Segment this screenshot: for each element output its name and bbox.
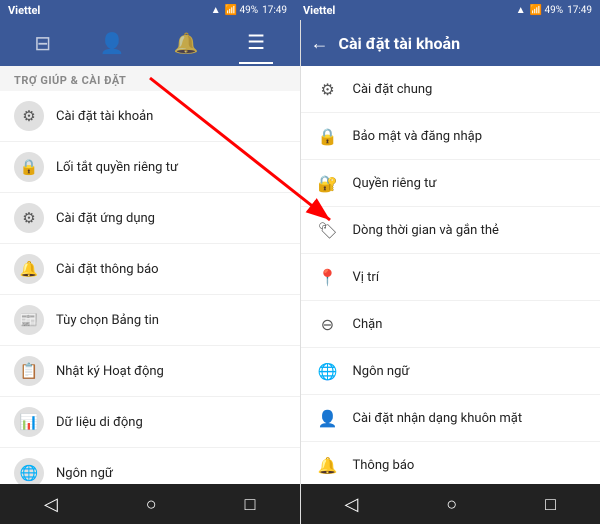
app-settings-icon: ⚙ <box>14 203 44 233</box>
list-item[interactable]: 🔐 Quyền riêng tư <box>301 160 600 207</box>
app-settings-label: Cài đặt ứng dụng <box>56 211 155 226</box>
section-header: TRỢ GIÚP & CÀI ĐẶT <box>0 66 300 91</box>
news-pref-icon: 📰 <box>14 305 44 335</box>
nav-icon-notification[interactable]: 🔔 <box>166 23 207 63</box>
right-battery: 📶 49% <box>530 5 564 16</box>
list-item[interactable]: ⚙ Cài đặt chung <box>301 66 600 113</box>
face-recognition-label: Cài đặt nhận dạng khuôn mặt <box>353 411 523 426</box>
language-label: Ngôn ngữ <box>56 466 113 481</box>
back-button-right[interactable]: ◁ <box>330 488 372 521</box>
face-recognition-icon: 👤 <box>315 405 341 431</box>
right-language-label: Ngôn ngữ <box>353 364 410 379</box>
right-status-bar: Viettel ▲ 📶 49% 17:49 <box>295 0 600 20</box>
right-panel: ← Cài đặt tài khoản ⚙ Cài đặt chung 🔒 Bả… <box>301 20 600 524</box>
recents-button-right[interactable]: □ <box>531 488 570 521</box>
language-icon: 🌐 <box>14 458 44 484</box>
news-pref-label: Tùy chọn Bảng tin <box>56 313 159 328</box>
timeline-tagging-label: Dòng thời gian và gắn thẻ <box>353 223 499 238</box>
account-settings-label: Cài đặt tài khoản <box>56 109 153 124</box>
right-panel-title: Cài đặt tài khoản <box>339 34 461 53</box>
right-bottom-nav: ◁ ○ □ <box>301 484 600 524</box>
right-notification-icon: 🔔 <box>315 452 341 478</box>
security-login-label: Bảo mật và đăng nhập <box>353 129 483 144</box>
security-login-icon: 🔒 <box>315 123 341 149</box>
list-item[interactable]: 🔔 Cài đặt thông báo <box>0 244 300 295</box>
right-language-icon: 🌐 <box>315 358 341 384</box>
timeline-tagging-icon: 🏷 <box>315 217 341 243</box>
location-icon: 📍 <box>315 264 341 290</box>
list-item[interactable]: ⊖ Chặn <box>301 301 600 348</box>
left-time: 17:49 <box>262 5 287 16</box>
left-menu-list: ⚙ Cài đặt tài khoản 🔒 Lối tắt quyền riên… <box>0 91 300 484</box>
block-label: Chặn <box>353 317 383 332</box>
list-item[interactable]: ⚙ Cài đặt tài khoản <box>0 91 300 142</box>
back-arrow-icon[interactable]: ← <box>311 33 329 54</box>
left-bottom-nav: ◁ ○ □ <box>0 484 300 524</box>
list-item[interactable]: 📊 Dữ liệu di động <box>0 397 300 448</box>
list-item[interactable]: 🔒 Bảo mật và đăng nhập <box>301 113 600 160</box>
mobile-data-icon: 📊 <box>14 407 44 437</box>
location-label: Vị trí <box>353 270 380 285</box>
notification-settings-label: Cài đặt thông báo <box>56 262 159 277</box>
right-header: ← Cài đặt tài khoản <box>301 20 600 66</box>
list-item[interactable]: 📍 Vị trí <box>301 254 600 301</box>
activity-log-icon: 📋 <box>14 356 44 386</box>
nav-icon-menu[interactable]: ☰ <box>239 22 273 64</box>
list-item[interactable]: 🌐 Ngôn ngữ <box>0 448 300 484</box>
home-button-left[interactable]: ○ <box>132 488 171 521</box>
list-item[interactable]: 🔒 Lối tắt quyền riêng tư <box>0 142 300 193</box>
list-item[interactable]: ⚙ Cài đặt ứng dụng <box>0 193 300 244</box>
nav-icon-profile[interactable]: 👤 <box>92 23 133 63</box>
privacy-icon: 🔐 <box>315 170 341 196</box>
right-carrier: Viettel <box>303 4 335 17</box>
left-status-bar: Viettel ▲ 📶 49% 17:49 <box>0 0 295 20</box>
left-signal-icon: ▲ <box>211 5 221 16</box>
account-settings-icon: ⚙ <box>14 101 44 131</box>
list-item[interactable]: 🏷 Dòng thời gian và gắn thẻ <box>301 207 600 254</box>
block-icon: ⊖ <box>315 311 341 337</box>
general-settings-icon: ⚙ <box>315 76 341 102</box>
mobile-data-label: Dữ liệu di động <box>56 415 143 430</box>
nav-icon-home[interactable]: ⊟ <box>26 23 59 63</box>
right-notification-label: Thông báo <box>353 458 415 473</box>
list-item[interactable]: 🔔 Thông báo <box>301 442 600 484</box>
activity-log-label: Nhật ký Hoạt động <box>56 364 164 379</box>
left-nav-bar: ⊟ 👤 🔔 ☰ <box>0 20 300 66</box>
recents-button-left[interactable]: □ <box>231 488 270 521</box>
right-time: 17:49 <box>567 5 592 16</box>
notification-settings-icon: 🔔 <box>14 254 44 284</box>
privacy-shortcut-icon: 🔒 <box>14 152 44 182</box>
left-carrier: Viettel <box>8 4 40 17</box>
general-settings-label: Cài đặt chung <box>353 82 433 97</box>
left-battery: 📶 49% <box>225 5 259 16</box>
list-item[interactable]: 🌐 Ngôn ngữ <box>301 348 600 395</box>
list-item[interactable]: 📰 Tùy chọn Bảng tin <box>0 295 300 346</box>
right-signal-icon: ▲ <box>516 5 526 16</box>
privacy-label: Quyền riêng tư <box>353 176 437 191</box>
back-button-left[interactable]: ◁ <box>30 488 72 521</box>
list-item[interactable]: 👤 Cài đặt nhận dạng khuôn mặt <box>301 395 600 442</box>
right-menu-list: ⚙ Cài đặt chung 🔒 Bảo mật và đăng nhập 🔐… <box>301 66 600 484</box>
privacy-shortcut-label: Lối tắt quyền riêng tư <box>56 160 178 175</box>
home-button-right[interactable]: ○ <box>432 488 471 521</box>
left-panel: ⊟ 👤 🔔 ☰ TRỢ GIÚP & CÀI ĐẶT ⚙ Cài đặt tài… <box>0 20 301 524</box>
list-item[interactable]: 📋 Nhật ký Hoạt động <box>0 346 300 397</box>
